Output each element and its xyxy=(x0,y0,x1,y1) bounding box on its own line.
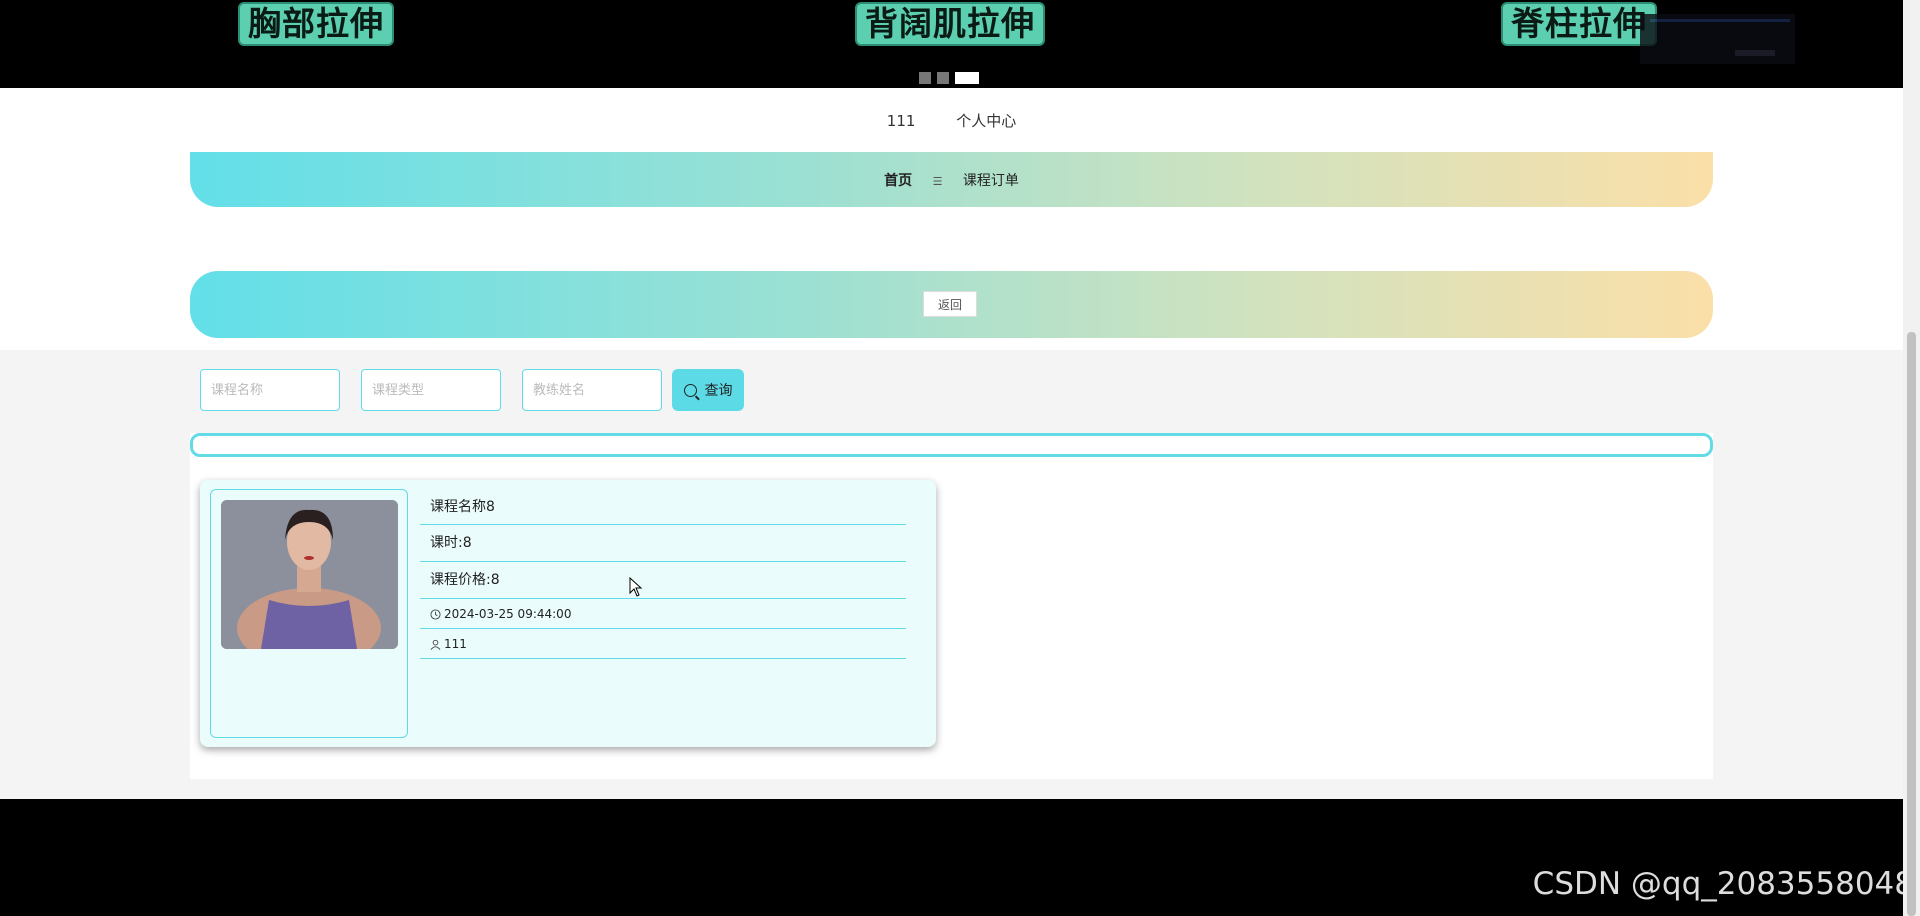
top-nav: 111 个人中心 xyxy=(0,110,1903,131)
coach-name-input[interactable] xyxy=(522,369,662,411)
carousel-dot-active[interactable] xyxy=(955,72,979,84)
card-image-frame xyxy=(210,489,408,738)
slide-label-lats: 背阔肌拉伸 xyxy=(855,2,1045,46)
order-user: 111 xyxy=(444,637,467,651)
course-order-card[interactable]: 课程名称8 课时:8 课程价格:8 2024-03-25 09:44:00 11… xyxy=(200,480,936,747)
vertical-scrollbar[interactable] xyxy=(1903,0,1920,916)
back-button[interactable]: 返回 xyxy=(923,291,977,317)
carousel-dot[interactable] xyxy=(919,72,931,84)
card-info: 课程名称8 课时:8 课程价格:8 2024-03-25 09:44:00 11… xyxy=(420,492,906,659)
slide-thumbnail xyxy=(1640,14,1795,64)
page: 胸部拉伸 背阔肌拉伸 脊柱拉伸 111 个人中心 首页 ☰ 课程订单 返回 查询 xyxy=(0,0,1903,916)
course-name-input[interactable] xyxy=(200,369,340,411)
query-button[interactable]: 查询 xyxy=(672,369,744,411)
slide-label-spine: 脊柱拉伸 xyxy=(1501,2,1657,46)
order-time: 2024-03-25 09:44:00 xyxy=(444,607,572,621)
footer: CSDN @qq_2083558048 xyxy=(0,799,1920,916)
banner-carousel[interactable]: 胸部拉伸 背阔肌拉伸 脊柱拉伸 xyxy=(0,0,1903,88)
order-user-row: 111 xyxy=(420,629,906,659)
clock-icon xyxy=(430,609,441,620)
order-time-row: 2024-03-25 09:44:00 xyxy=(420,599,906,629)
carousel-dot[interactable] xyxy=(937,72,949,84)
user-icon xyxy=(430,639,441,650)
course-name: 课程名称8 xyxy=(420,492,906,525)
breadcrumb-home[interactable]: 首页 xyxy=(884,170,912,190)
username-link[interactable]: 111 xyxy=(887,112,916,130)
scrollbar-thumb[interactable] xyxy=(1907,332,1916,916)
breadcrumb-current: 课程订单 xyxy=(962,173,1019,189)
breadcrumb-separator: ☰ xyxy=(932,175,943,188)
query-button-label: 查询 xyxy=(704,383,733,399)
breadcrumb-bar: 首页 ☰ 课程订单 xyxy=(190,152,1713,207)
personal-center-link[interactable]: 个人中心 xyxy=(956,110,1016,131)
mouse-cursor-icon xyxy=(629,577,643,597)
carousel-indicators xyxy=(919,72,979,84)
back-bar: 返回 xyxy=(190,271,1713,338)
watermark: CSDN @qq_2083558048 xyxy=(1532,866,1914,902)
search-icon xyxy=(683,383,697,397)
course-image[interactable] xyxy=(221,500,398,649)
category-bar xyxy=(190,433,1713,457)
slide-label-chest: 胸部拉伸 xyxy=(238,2,394,46)
person-photo xyxy=(221,500,398,649)
course-type-input[interactable] xyxy=(361,369,501,411)
course-hours: 课时:8 xyxy=(420,525,906,562)
course-price: 课程价格:8 xyxy=(420,562,906,599)
breadcrumb: 首页 ☰ 课程订单 xyxy=(190,170,1713,190)
search-form: 查询 xyxy=(200,369,744,411)
